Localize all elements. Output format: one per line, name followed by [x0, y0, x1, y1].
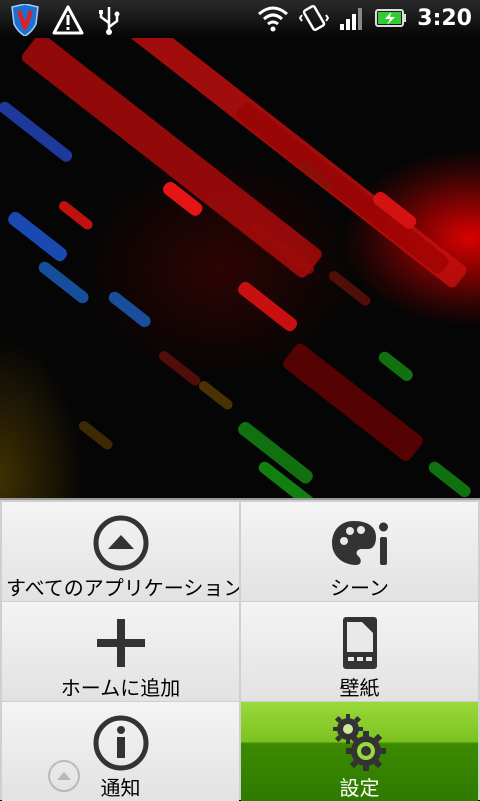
menu-item-notifications[interactable]: 通知 — [2, 702, 239, 801]
gears-icon — [332, 714, 386, 771]
menu-item-label: シーン — [330, 576, 389, 600]
menu-item-label: 設定 — [339, 776, 380, 800]
wifi-icon — [258, 6, 289, 32]
options-menu: すべてのアプリケーション シーン ホームに追加 壁紙 通知 設定 — [0, 498, 480, 801]
menu-item-label: 壁紙 — [339, 676, 380, 700]
status-bar: 3:20 — [0, 0, 480, 38]
warning-icon — [52, 5, 84, 35]
shield-v-icon — [11, 4, 39, 36]
status-clock: 3:20 — [417, 5, 472, 31]
signal-icon — [340, 8, 363, 30]
wallpaper[interactable] — [0, 38, 480, 500]
battery-charging-icon — [375, 9, 407, 27]
menu-item-scene[interactable]: シーン — [241, 502, 478, 601]
chevron-up-circle-icon — [93, 515, 148, 571]
palette-brush-icon — [331, 521, 388, 565]
wallpaper-phone-icon — [342, 617, 377, 669]
home-arrow-icon — [48, 760, 80, 792]
menu-item-all-apps[interactable]: すべてのアプリケーション — [2, 502, 239, 601]
menu-item-add-to-home[interactable]: ホームに追加 — [2, 602, 239, 701]
vibrate-icon — [299, 4, 330, 32]
plus-icon — [96, 619, 145, 667]
menu-item-settings[interactable]: 設定 — [241, 702, 478, 801]
menu-item-label: ホームに追加 — [60, 676, 181, 700]
menu-item-label: すべてのアプリケーション — [6, 576, 239, 600]
menu-item-label: 通知 — [100, 776, 141, 800]
usb-icon — [99, 7, 120, 35]
info-icon — [93, 715, 148, 771]
menu-item-wallpaper[interactable]: 壁紙 — [241, 602, 478, 701]
